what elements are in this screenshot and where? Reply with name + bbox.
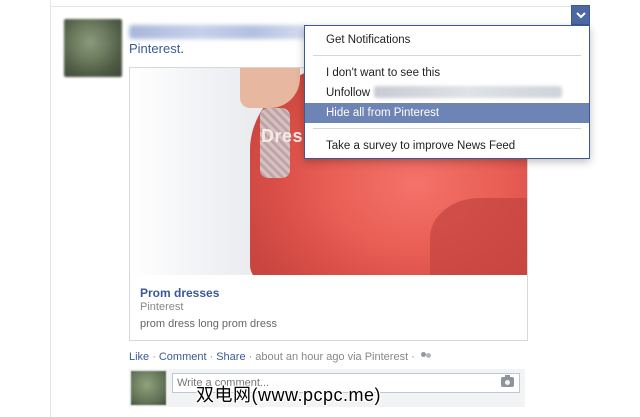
unfollow-name-redacted — [374, 86, 563, 98]
like-link[interactable]: Like — [129, 351, 149, 363]
friends-icon[interactable] — [420, 352, 432, 361]
action-separator: · — [209, 351, 214, 363]
action-separator: · — [152, 351, 156, 363]
menu-item-unfollow[interactable]: Unfollow — [305, 83, 589, 103]
menu-item-hide-all[interactable]: Hide all from Pinterest — [305, 103, 589, 123]
action-separator: · — [411, 351, 415, 363]
card-description: prom dress long prom dress — [140, 318, 277, 330]
action-separator: · — [248, 351, 253, 363]
comment-link[interactable]: Comment — [159, 351, 207, 363]
unfollow-label: Unfollow — [326, 87, 371, 99]
camera-icon[interactable] — [501, 375, 514, 387]
story-top-border — [50, 6, 590, 7]
menu-divider — [313, 55, 581, 56]
menu-item-dont-want-to-see[interactable]: I don't want to see this — [305, 63, 589, 83]
menu-divider — [313, 128, 581, 129]
poster-avatar[interactable] — [64, 19, 122, 77]
image-overlay-text: Dres — [261, 126, 304, 146]
chevron-down-icon — [576, 12, 586, 19]
story-options-menu: Get Notifications I don't want to see th… — [304, 25, 590, 159]
post-actions-bar: Like · Comment · Share · about an hour ago via… — [129, 351, 432, 363]
card-title-link[interactable]: Prom dresses — [140, 286, 219, 300]
source-link[interactable]: Pinterest — [129, 41, 180, 56]
menu-item-survey[interactable]: Take a survey to improve News Feed — [305, 136, 589, 156]
card-source: Pinterest — [140, 301, 184, 313]
feed-left-border — [50, 0, 51, 417]
post-source-line: Pinterest. — [129, 41, 184, 56]
story-options-button[interactable] — [571, 5, 590, 25]
post-meta[interactable]: about an hour ago via Pinterest — [255, 351, 408, 363]
source-suffix: . — [180, 41, 184, 56]
watermark-text: 双电网(www.pcpc.me) — [196, 385, 382, 405]
share-link[interactable]: Share — [216, 351, 245, 363]
menu-item-get-notifications[interactable]: Get Notifications — [305, 30, 589, 50]
author-name-redacted — [129, 25, 307, 39]
commenter-avatar — [131, 371, 166, 405]
